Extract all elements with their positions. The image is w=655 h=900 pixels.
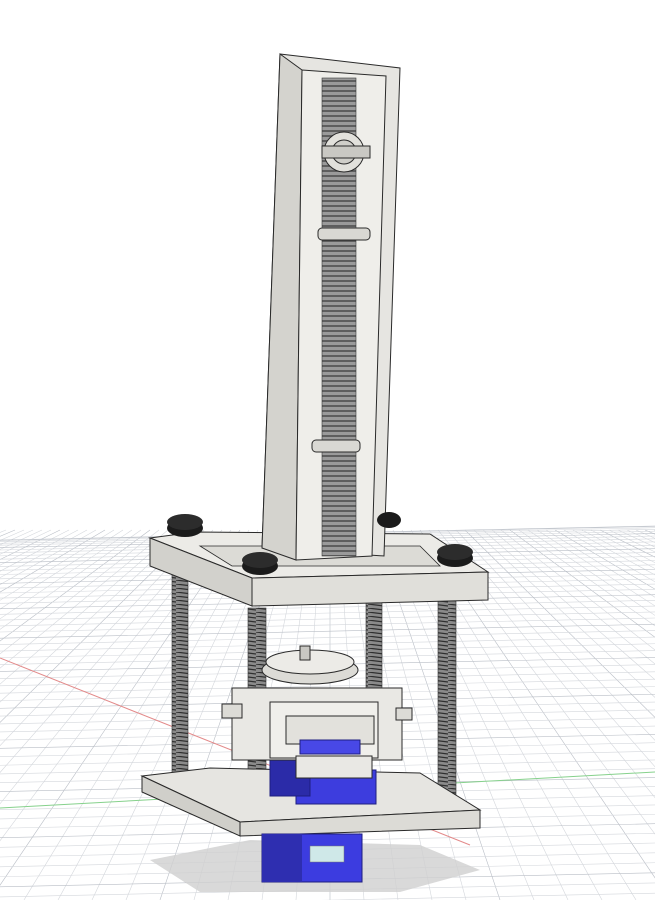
grid-line: [0, 630, 655, 645]
grid-line: [0, 636, 655, 652]
grid-line: [464, 529, 655, 718]
grid-line: [0, 529, 178, 685]
grid-line: [473, 529, 655, 698]
grid-line: [608, 529, 655, 553]
cad-scene[interactable]: [0, 0, 655, 900]
threaded-rod-right: [437, 595, 457, 809]
threaded-rod-left: [171, 571, 189, 783]
grid-line: [0, 529, 34, 546]
grid-line: [554, 529, 655, 590]
grid-line: [599, 529, 655, 558]
rack-column: [261, 53, 401, 561]
servo-motor-lower: [261, 833, 363, 883]
threaded-rod-back-right: [365, 599, 383, 691]
guide-pin-upper: [317, 227, 371, 241]
grid-line: [321, 892, 655, 900]
grid-line: [644, 529, 655, 535]
servo-label: [309, 845, 345, 863]
socket-head-bolt-back-left: [167, 514, 203, 537]
socket-head-bolt-front-right: [437, 544, 473, 567]
socket-head-bolt-front-left: [242, 552, 278, 575]
3d-viewport[interactable]: [0, 0, 655, 900]
grid-line: [0, 529, 25, 541]
socket-head-bolt-back-right: [377, 512, 401, 528]
guide-pin-lower: [311, 439, 361, 453]
grid-line: [0, 611, 655, 627]
grid-line: [0, 605, 655, 621]
grid-line: [0, 617, 655, 633]
grid-line: [0, 529, 7, 533]
